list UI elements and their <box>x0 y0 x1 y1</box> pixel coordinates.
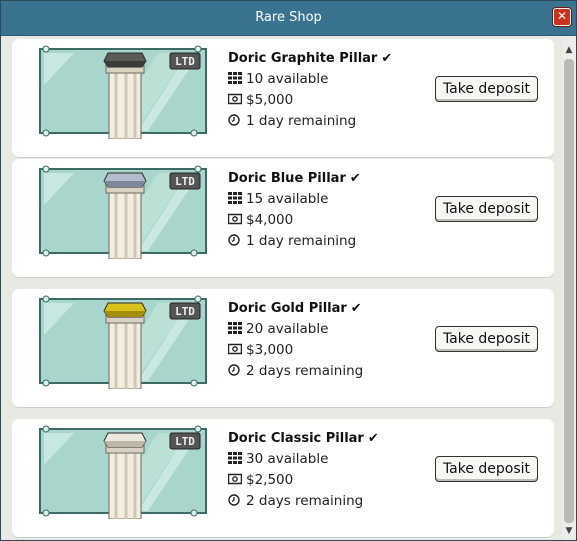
window-title: Rare Shop <box>255 10 322 25</box>
price-row: $3,000 <box>228 342 293 358</box>
shop-item-card: LTD Doric Gold Pillar ✔ 20 available $3,0… <box>12 289 554 407</box>
item-name: Doric Classic Pillar ✔ <box>228 431 379 446</box>
take-deposit-button[interactable]: Take deposit <box>435 76 538 102</box>
time-row: 1 day remaining <box>228 233 356 249</box>
verified-check-icon: ✔ <box>381 51 393 66</box>
money-icon <box>228 343 242 355</box>
rare-shop-window: Rare Shop ✕ LTD Doric Graphite Pillar✔ <box>0 0 577 541</box>
pillar-thumbnail: LTD <box>39 165 207 259</box>
shop-item-card: LTD Doric Graphite Pillar ✔ 10 available … <box>12 39 554 157</box>
clock-icon <box>228 494 240 506</box>
available-count: 20 available <box>246 321 329 337</box>
money-icon <box>228 93 242 105</box>
money-icon <box>228 473 242 485</box>
pillar-thumbnail: LTD <box>39 295 207 389</box>
money-icon <box>228 213 242 225</box>
price-row: $5,000 <box>228 92 293 108</box>
availability-row: 10 available <box>228 71 328 87</box>
availability-row: 15 available <box>228 191 328 207</box>
scroll-down-icon[interactable]: ▼ <box>564 526 574 536</box>
item-name: Doric Graphite Pillar ✔ <box>228 51 393 66</box>
close-button[interactable]: ✕ <box>553 8 571 26</box>
grid-icon <box>228 72 242 84</box>
item-price: $4,000 <box>246 212 294 228</box>
clock-icon <box>228 234 240 246</box>
pillar-thumbnail: LTD <box>39 45 207 139</box>
scroll-up-icon[interactable]: ▲ <box>564 45 574 55</box>
item-price: $3,000 <box>246 342 294 358</box>
time-remaining: 2 days remaining <box>246 363 364 379</box>
available-count: 15 available <box>246 191 329 207</box>
ltd-badge: LTD <box>175 175 195 188</box>
time-remaining: 2 days remaining <box>246 493 364 509</box>
ltd-badge: LTD <box>175 435 195 448</box>
ltd-badge: LTD <box>175 305 195 318</box>
ltd-badge: LTD <box>175 55 195 68</box>
availability-row: 20 available <box>228 321 328 337</box>
clock-icon <box>228 364 240 376</box>
verified-check-icon: ✔ <box>350 301 362 316</box>
available-count: 30 available <box>246 451 329 467</box>
shop-item-card: LTD Doric Classic Pillar ✔ 30 available $… <box>12 419 554 537</box>
item-price: $5,000 <box>246 92 294 108</box>
take-deposit-button[interactable]: Take deposit <box>435 456 538 482</box>
grid-icon <box>228 452 242 464</box>
available-count: 10 available <box>246 71 329 87</box>
pillar-thumbnail: LTD <box>39 425 207 519</box>
price-row: $4,000 <box>228 212 293 228</box>
item-price: $2,500 <box>246 472 294 488</box>
time-row: 2 days remaining <box>228 493 363 509</box>
scrollbar-thumb[interactable] <box>564 59 574 523</box>
clock-icon <box>228 114 240 126</box>
time-remaining: 1 day remaining <box>246 233 357 249</box>
take-deposit-button[interactable]: Take deposit <box>435 196 538 222</box>
verified-check-icon: ✔ <box>349 171 361 186</box>
grid-icon <box>228 322 242 334</box>
close-icon: ✕ <box>556 9 568 23</box>
title-bar[interactable]: Rare Shop ✕ <box>1 1 576 36</box>
grid-icon <box>228 192 242 204</box>
availability-row: 30 available <box>228 451 328 467</box>
item-name: Doric Gold Pillar ✔ <box>228 301 362 316</box>
item-list: LTD Doric Graphite Pillar ✔ 10 available … <box>1 36 576 540</box>
time-remaining: 1 day remaining <box>246 113 357 129</box>
time-row: 2 days remaining <box>228 363 363 379</box>
time-row: 1 day remaining <box>228 113 356 129</box>
take-deposit-button[interactable]: Take deposit <box>435 326 538 352</box>
item-name: Doric Blue Pillar ✔ <box>228 171 361 186</box>
price-row: $2,500 <box>228 472 293 488</box>
verified-check-icon: ✔ <box>367 431 379 446</box>
shop-item-card: LTD Doric Blue Pillar ✔ 15 available $4,0… <box>12 159 554 277</box>
